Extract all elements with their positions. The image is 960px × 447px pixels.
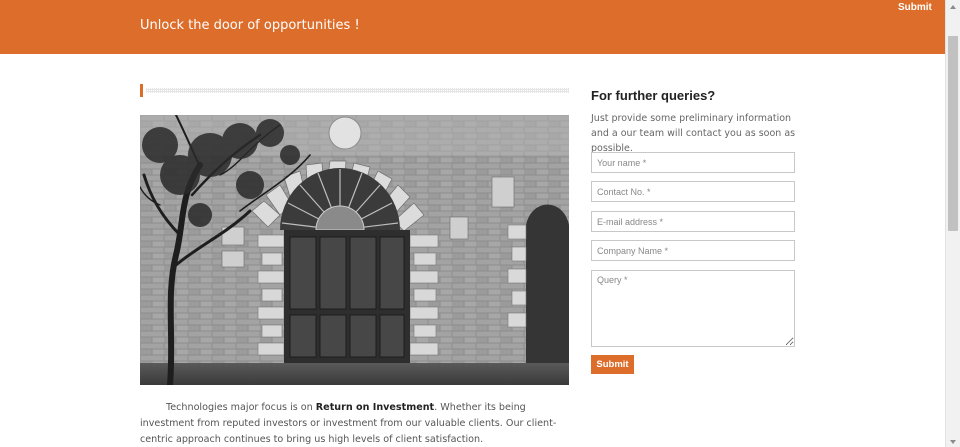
query-field[interactable]	[591, 270, 795, 347]
scrollbar-thumb[interactable]	[948, 36, 958, 231]
section-divider	[140, 84, 569, 97]
divider-dotted-line	[146, 88, 569, 93]
submit-button[interactable]: Submit	[591, 355, 634, 374]
email-field[interactable]	[591, 211, 795, 232]
divider-accent	[140, 84, 143, 97]
page-scrollbar[interactable]	[945, 0, 960, 447]
top-header-bar: Unlock the door of opportunities ! Submi…	[0, 0, 945, 54]
contact-field[interactable]	[591, 181, 795, 202]
form-description: Just provide some preliminary informatio…	[591, 113, 796, 154]
scroll-down-arrow-icon[interactable]	[950, 440, 956, 444]
name-field[interactable]	[591, 152, 795, 173]
header-tagline: Unlock the door of opportunities !	[140, 18, 360, 33]
header-submit-link[interactable]: Submit	[898, 2, 932, 13]
scroll-up-arrow-icon[interactable]	[950, 5, 956, 9]
form-title: For further queries?	[591, 88, 716, 103]
company-field[interactable]	[591, 240, 795, 261]
arched-doorway-photo	[140, 115, 569, 385]
about-lead: Technologies major focus is on	[166, 402, 316, 413]
about-highlight: Return on Investment	[315, 402, 435, 413]
about-paragraph: Technologies major focus is on Return on…	[140, 400, 572, 447]
